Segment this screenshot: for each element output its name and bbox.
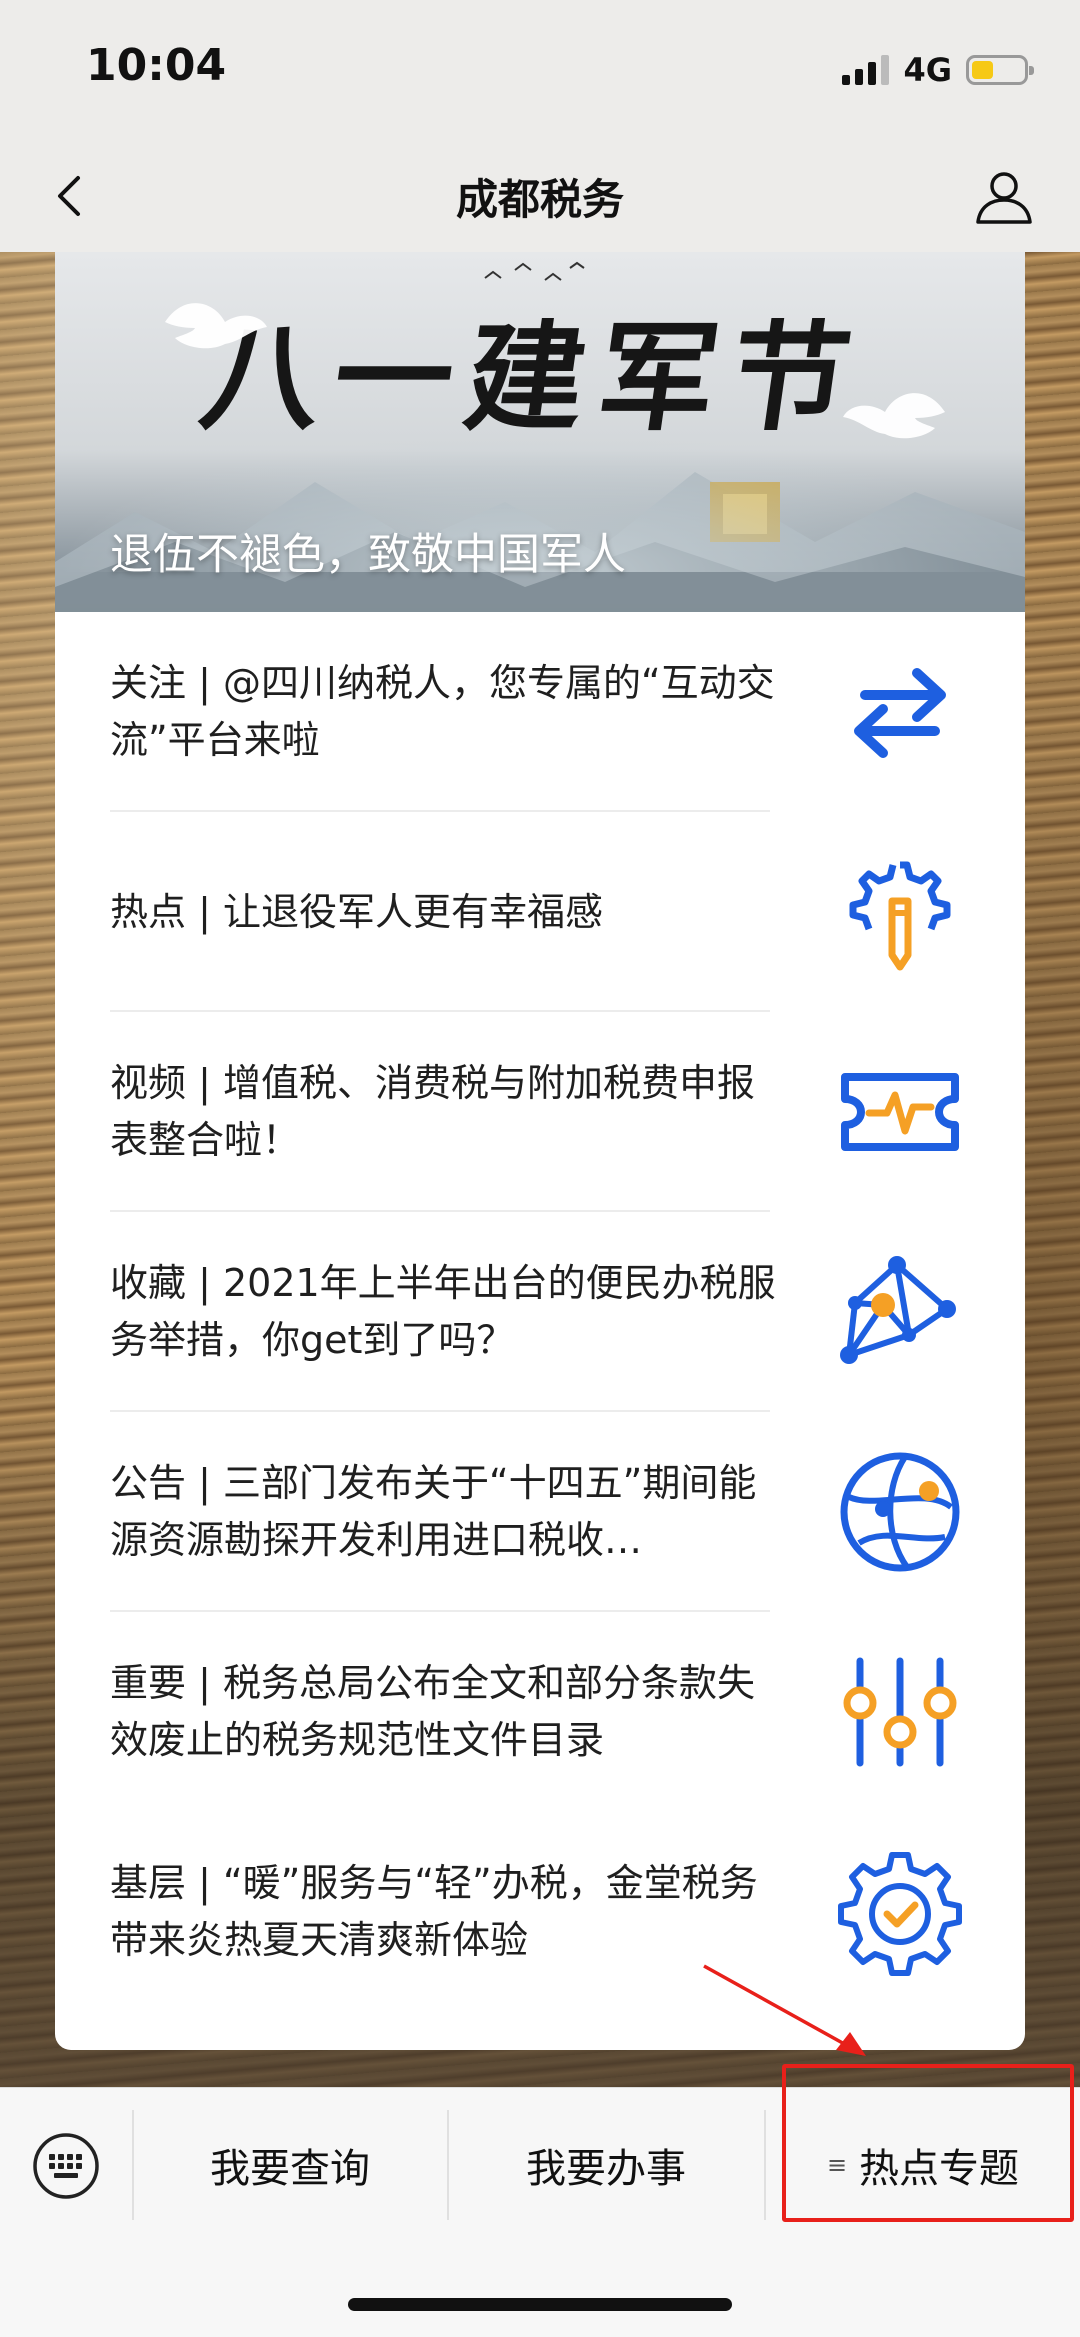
article-item[interactable]: 收藏 | 2021年上半年出台的便民办税服务举措，你get到了吗？ [55,1212,1025,1412]
status-time: 10:04 [86,40,227,91]
keyboard-icon[interactable] [32,2132,100,2200]
globe-icon [840,1452,960,1572]
person-icon[interactable] [968,160,1040,232]
article-item[interactable]: 基层 | “暖”服务与“轻”办税，金堂税务带来炎热夏天清爽新体验 [55,1812,1025,2012]
article-item[interactable]: 视频 | 增值税、消费税与附加税费申报表整合啦！ [55,1012,1025,1212]
navigation-bar: 成都税务 [0,140,1080,252]
article-title: 收藏 | 2021年上半年出台的便民办税服务举措，你get到了吗？ [110,1261,776,1362]
annotation-highlight-box [782,2064,1074,2222]
menu-item-label: 我要查询 [210,2146,370,2192]
article-title: 热点 | 让退役军人更有幸福感 [110,889,603,934]
article-list: 关注 | @四川纳税人，您专属的“互动交流”平台来啦 热点 | 让退役军人更有幸… [55,612,1025,2012]
article-item[interactable]: 热点 | 让退役军人更有幸福感 [55,812,1025,1012]
menu-item-services[interactable]: 我要办事 [449,2088,763,2242]
network-type: 4G [903,51,952,89]
banner-calligraphy: 八一建军节 [193,308,873,447]
exchange-arrows-icon [854,668,946,758]
sliders-icon [843,1657,957,1767]
article-title: 关注 | @四川纳税人，您专属的“互动交流”平台来啦 [110,661,775,762]
ticket-pulse-icon [841,1073,959,1151]
article-item[interactable]: 关注 | @四川纳税人，您专属的“互动交流”平台来啦 [55,612,1025,812]
banner-subtitle: 退伍不褪色，致敬中国军人 [110,530,626,580]
article-title: 视频 | 增值税、消费税与附加税费申报表整合啦！ [110,1061,755,1162]
status-bar: 10:04 4G [0,0,1080,140]
battery-icon [966,55,1034,85]
menu-item-query[interactable]: 我要查询 [134,2088,446,2242]
banner-image[interactable]: 八一建军节 退伍不褪色，致敬中国军人 [55,252,1025,612]
home-indicator [348,2298,732,2311]
article-card: 八一建军节 退伍不褪色，致敬中国军人 关注 | @四川纳税人，您专属的“互动交流… [55,252,1025,2050]
menu-item-label: 我要办事 [526,2146,686,2192]
article-item[interactable]: 公告 | 三部门发布关于“十四五”期间能源资源勘探开发利用进口税收… [55,1412,1025,1612]
page-title: 成都税务 [455,175,624,224]
signal-icon [842,55,890,85]
dove-icon [843,393,945,439]
article-title: 基层 | “暖”服务与“轻”办税，金堂税务带来炎热夏天清爽新体验 [110,1861,758,1962]
network-nodes-icon [840,1256,956,1364]
birds-icon [484,261,585,281]
annotation-arrow-icon [703,1964,866,2056]
article-title: 公告 | 三部门发布关于“十四五”期间能源资源勘探开发利用进口税收… [110,1461,757,1562]
article-title: 重要 | 税务总局公布全文和部分条款失效废止的税务规范性文件目录 [110,1661,755,1762]
dove-icon [165,303,267,349]
status-indicators: 4G [842,48,1034,92]
gear-check-icon [838,1852,962,1976]
battery-level-fill [972,61,993,79]
gear-pencil-icon [849,861,951,971]
article-item[interactable]: 重要 | 税务总局公布全文和部分条款失效废止的税务规范性文件目录 [55,1612,1025,1812]
